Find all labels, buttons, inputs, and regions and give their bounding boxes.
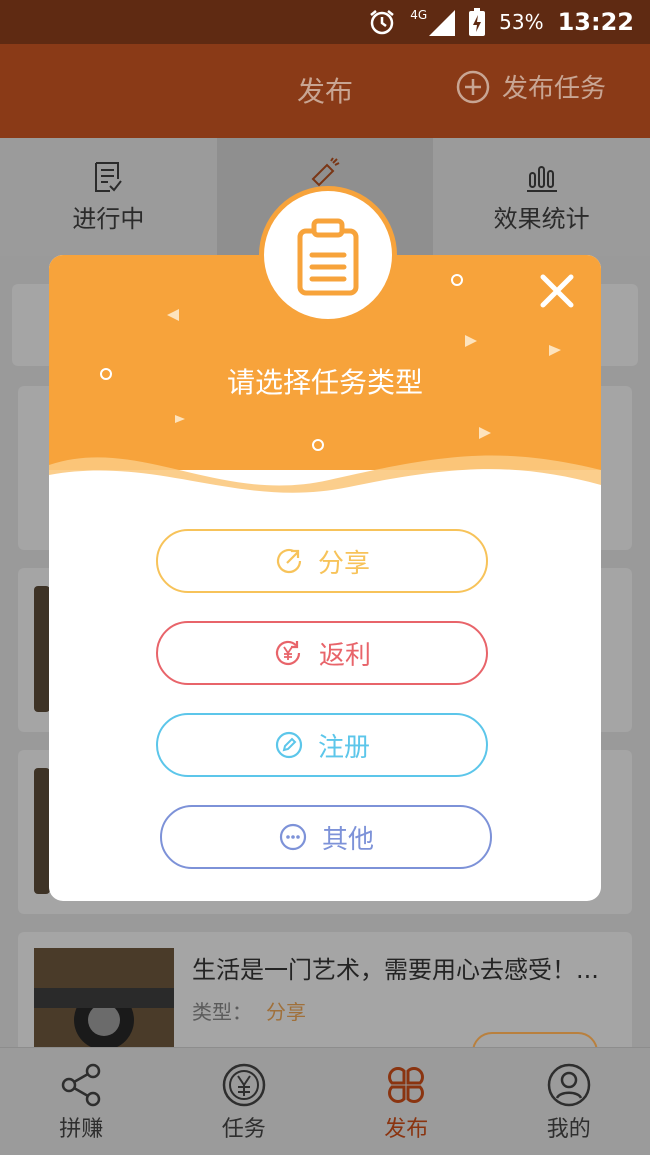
tab-statistics[interactable]: 效果统计 [433,138,650,256]
nav-label: 我的 [546,1116,591,1142]
network-type: 4G [410,8,428,22]
close-icon[interactable] [535,269,579,313]
card-type-value: 分享 [266,1000,306,1024]
option-label: 返利 [318,640,371,671]
list-check-icon [95,161,123,192]
clipboard-icon [297,218,359,296]
task-badge [259,186,397,324]
more-icon [279,823,307,851]
rebate-icon [275,640,301,666]
clover-icon [388,1066,425,1103]
option-register-button[interactable]: 注册 [156,713,488,777]
nav-label: 发布 [384,1116,429,1142]
bottom-nav: 拼赚 任务 发布 我的 [0,1047,650,1155]
nav-label: 任务 [221,1116,266,1142]
plus-circle-icon [456,70,490,103]
publish-task-label: 发布任务 [501,74,606,104]
register-icon [275,731,303,759]
option-label: 其他 [321,824,374,855]
thumbnail [34,948,174,1058]
alarm-icon [370,10,394,35]
publish-task-button[interactable]: 发布任务 [456,68,606,105]
dialog-title: 请选择任务类型 [226,366,423,399]
app-header: 发布 发布任务 [0,44,650,138]
signal-indicator: 4G [410,8,456,36]
clock: 13:22 [557,8,634,36]
option-share-button[interactable]: 分享 [156,529,488,593]
nav-item-pinzhuan[interactable]: 拼赚 [0,1048,163,1155]
camera-photo-icon [34,948,174,1058]
task-type-dialog: 请选择任务类型 分享 返利 注册 其他 [49,255,601,901]
yuan-coin-icon [222,1063,265,1106]
bar-chart-icon [526,165,557,192]
battery-percent: 53% [499,10,544,34]
tab-label: 进行中 [72,204,145,233]
signal-icon [429,10,456,36]
option-rebate-button[interactable]: 返利 [156,621,488,685]
option-label: 分享 [317,548,370,579]
megaphone-icon [311,157,340,187]
tab-in-progress[interactable]: 进行中 [0,138,217,256]
status-bar: 4G 53% 13:22 [0,0,650,44]
thumbnail [34,768,50,894]
nav-item-publish[interactable]: 发布 [325,1048,488,1155]
card-type-label: 类型： [192,1000,252,1024]
option-label: 注册 [317,732,370,763]
nav-item-mine[interactable]: 我的 [488,1048,650,1155]
battery-charging-icon [469,8,486,36]
option-other-button[interactable]: 其他 [160,805,492,869]
share-icon [276,548,302,574]
user-icon [547,1063,590,1106]
thumbnail [34,586,50,712]
card-type: 类型： 分享 [192,996,306,1025]
nav-label: 拼赚 [59,1116,104,1142]
card-title: 生活是一门艺术，需要用心去感受！... [192,956,599,984]
tab-label: 效果统计 [493,204,590,233]
nav-item-tasks[interactable]: 任务 [163,1048,326,1155]
share-network-icon [62,1063,101,1106]
